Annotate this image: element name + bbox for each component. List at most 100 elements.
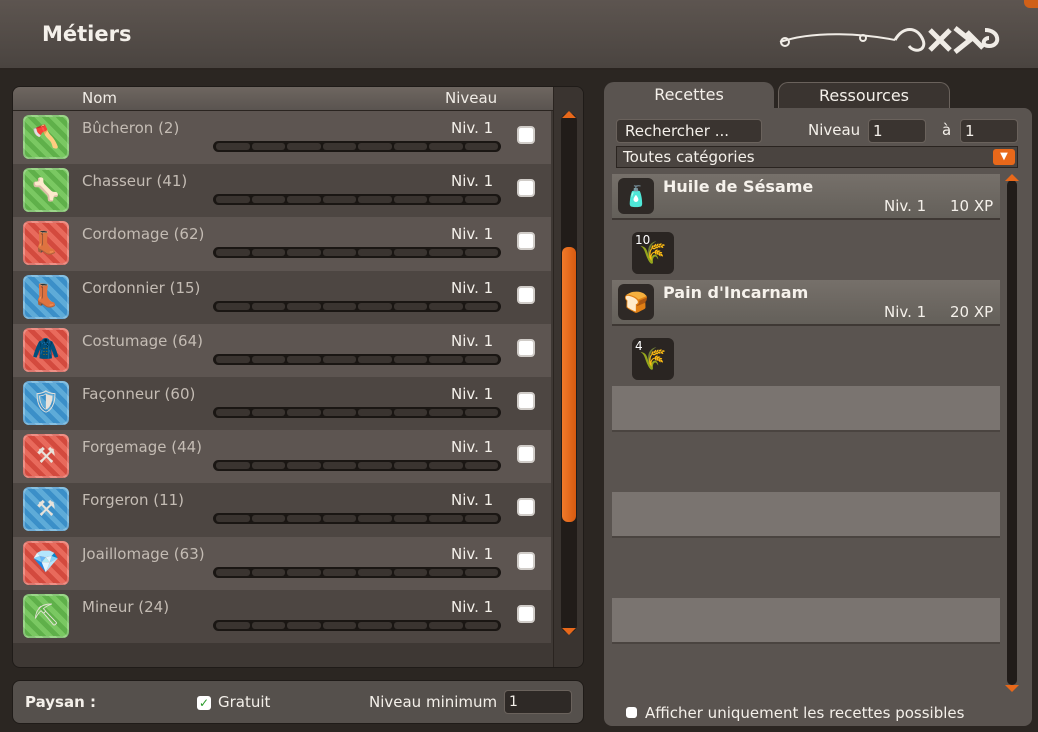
job-level: Niv. 1 <box>451 438 494 457</box>
job-row[interactable]: ⚒ Forgeron (11) Niv. 1 <box>13 483 551 537</box>
search-input[interactable]: Rechercher ... <box>616 119 762 143</box>
scroll-track[interactable] <box>1007 180 1017 685</box>
job-row[interactable]: 🦴 Chasseur (41) Niv. 1 <box>13 164 551 218</box>
job-checkbox[interactable] <box>517 551 535 570</box>
recipe-xp: 20 XP <box>950 303 994 321</box>
job-row[interactable]: 👢 Cordonnier (15) Niv. 1 <box>13 270 551 324</box>
job-checkbox[interactable] <box>517 445 535 464</box>
job-checkbox[interactable] <box>517 604 535 623</box>
xp-progress-bar <box>213 566 501 578</box>
only-possible-toggle[interactable]: Afficher uniquement les recettes possibl… <box>626 704 964 722</box>
scroll-up-icon[interactable] <box>562 111 576 118</box>
jobs-scrollbar[interactable] <box>553 87 583 667</box>
ingredient-quantity: 10 <box>635 233 651 247</box>
xp-progress-bar <box>213 247 501 259</box>
job-checkbox[interactable] <box>517 391 535 410</box>
category-select[interactable]: Toutes catégories ▼ <box>616 146 1018 168</box>
recipes-panel: Rechercher ... Niveau 1 à 1 Toutes catég… <box>604 108 1032 726</box>
job-row[interactable]: 👢 Cordomage (62) Niv. 1 <box>13 217 551 271</box>
only-possible-label: Afficher uniquement les recettes possibl… <box>645 704 965 722</box>
corner-badge <box>1024 0 1038 8</box>
job-level: Niv. 1 <box>451 491 494 510</box>
recipes-list: 🧴 Huile de Sésame Niv. 1 10 XP 10 🌾 🍞 Pain d'In… <box>612 174 1002 694</box>
job-level: Niv. 1 <box>451 331 494 350</box>
job-checkbox[interactable] <box>517 126 535 144</box>
job-level: Niv. 1 <box>451 544 494 563</box>
job-name: Forgemage (44) <box>82 438 203 457</box>
tab-recettes[interactable]: Recettes <box>604 82 774 110</box>
forge-icon: ⚒ <box>23 487 69 532</box>
oil-flask-icon: 🧴 <box>618 178 654 214</box>
empty-recipe-slot <box>612 492 1000 538</box>
recipes-scrollbar[interactable] <box>1005 174 1019 694</box>
recipe-header[interactable]: 🧴 Huile de Sésame Niv. 1 10 XP <box>612 174 1000 220</box>
job-name: Joaillomage (63) <box>82 544 205 563</box>
axe-icon: 🪓 <box>23 115 69 159</box>
gratuit-checkbox[interactable]: ✓ <box>197 696 211 710</box>
scroll-thumb[interactable] <box>562 247 576 522</box>
recipe-ingredients: 4 🌾 <box>612 328 1000 386</box>
boot-magic-icon: 👢 <box>23 221 69 266</box>
job-name: Façonneur (60) <box>82 384 196 403</box>
job-row[interactable]: ⚒ Forgemage (44) Niv. 1 <box>13 430 551 484</box>
job-checkbox[interactable] <box>517 285 535 304</box>
job-row[interactable]: ⛏ Mineur (24) Niv. 1 <box>13 589 551 643</box>
job-level: Niv. 1 <box>451 225 494 244</box>
window-titlebar: Métiers <box>0 0 1038 70</box>
niveau-min-label: Niveau minimum <box>369 693 498 711</box>
only-possible-checkbox[interactable] <box>626 707 637 718</box>
hunter-icon: 🦴 <box>23 168 69 213</box>
job-level: Niv. 1 <box>451 172 494 191</box>
niveau-min-input[interactable] <box>504 690 572 714</box>
bread-icon: 🍞 <box>618 284 654 320</box>
xp-progress-bar <box>213 194 501 206</box>
category-value: Toutes catégories <box>623 148 755 166</box>
job-row[interactable]: 🪓 Bûcheron (2) Niv. 1 <box>13 111 551 165</box>
chevron-down-icon[interactable]: ▼ <box>993 149 1015 165</box>
xp-progress-bar <box>213 460 501 472</box>
job-row[interactable]: 🛡 Façonneur (60) Niv. 1 <box>13 376 551 431</box>
jobs-panel: Nom Niveau 🪓 Bûcheron (2) Niv. 1 🦴 Chasseur … <box>12 86 584 668</box>
empty-recipe-slot <box>612 386 1000 432</box>
recipe-xp: 10 XP <box>950 197 994 215</box>
job-name: Forgeron (11) <box>82 491 185 510</box>
jewel-magic-icon: 💎 <box>23 540 69 585</box>
header-level[interactable]: Niveau <box>445 89 497 107</box>
scroll-up-icon[interactable] <box>1005 174 1019 181</box>
job-level: Niv. 1 <box>451 384 494 403</box>
ingredient-quantity: 4 <box>635 339 643 353</box>
ornament-icon <box>779 26 1000 54</box>
job-checkbox[interactable] <box>517 338 535 357</box>
costume-magic-icon: 🧥 <box>23 327 69 372</box>
niveau-from-input[interactable]: 1 <box>868 119 926 143</box>
empty-recipe-slot <box>612 598 1000 644</box>
pickaxe-icon: ⛏ <box>23 593 69 638</box>
window-title: Métiers <box>42 22 132 46</box>
job-checkbox[interactable] <box>517 179 535 198</box>
xp-progress-bar <box>213 406 501 418</box>
job-checkbox[interactable] <box>517 232 535 251</box>
header-name[interactable]: Nom <box>82 89 117 107</box>
shield-craft-icon: 🛡 <box>23 380 69 425</box>
job-name: Mineur (24) <box>82 597 170 616</box>
job-name: Bûcheron (2) <box>82 119 180 137</box>
job-row[interactable]: 💎 Joaillomage (63) Niv. 1 <box>13 536 551 590</box>
wheat-icon[interactable]: 4 🌾 <box>632 338 674 380</box>
gratuit-label: Gratuit <box>218 693 271 711</box>
scroll-down-icon[interactable] <box>1005 685 1019 692</box>
job-level: Niv. 1 <box>451 119 494 137</box>
job-name: Chasseur (41) <box>82 172 188 191</box>
xp-progress-bar <box>213 353 501 365</box>
recipe-header[interactable]: 🍞 Pain d'Incarnam Niv. 1 20 XP <box>612 280 1000 326</box>
job-checkbox[interactable] <box>517 498 535 517</box>
job-row[interactable]: 🧥 Costumage (64) Niv. 1 <box>13 323 551 377</box>
xp-progress-bar <box>213 300 501 312</box>
recipe-level: Niv. 1 <box>884 197 927 215</box>
tab-ressources[interactable]: Ressources <box>778 82 950 110</box>
niveau-to-input[interactable]: 1 <box>960 119 1018 143</box>
scroll-down-icon[interactable] <box>562 628 576 635</box>
niveau-label: Niveau <box>808 121 861 139</box>
sesame-seeds-icon[interactable]: 10 🌾 <box>632 232 674 274</box>
forge-magic-icon: ⚒ <box>23 434 69 479</box>
a-label: à <box>942 121 952 139</box>
